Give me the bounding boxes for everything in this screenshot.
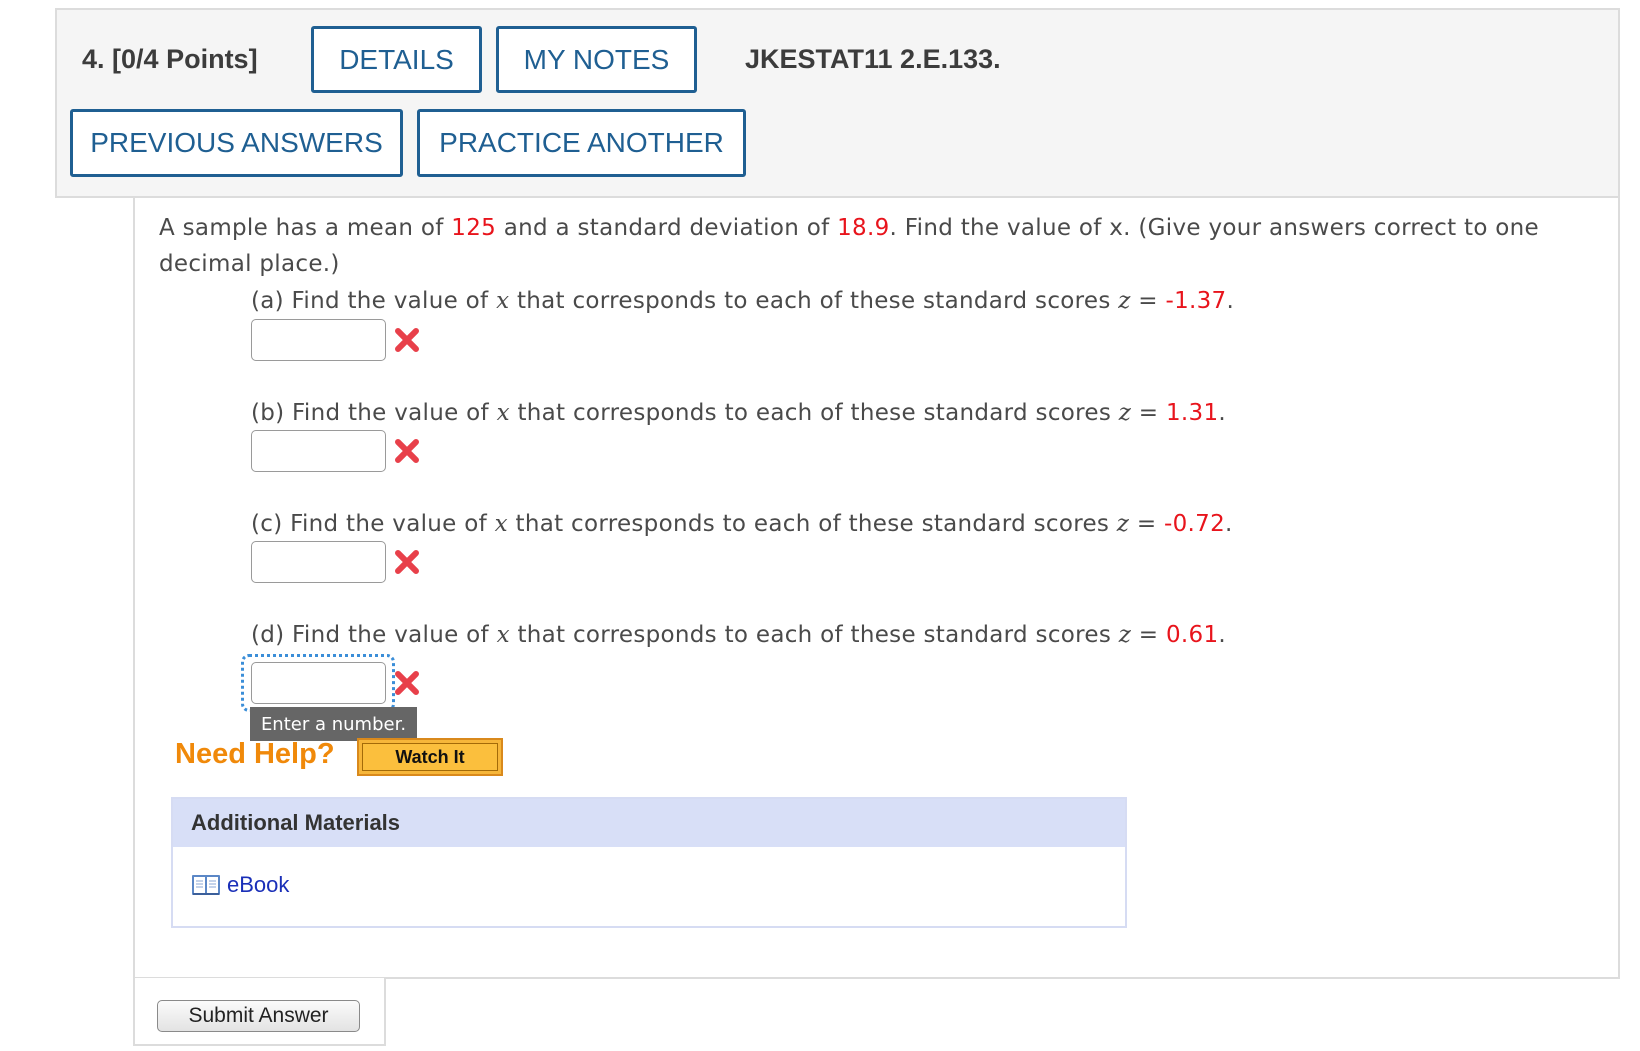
var-x: x	[496, 400, 510, 426]
my-notes-button[interactable]: MY NOTES	[496, 26, 697, 93]
part-c-prompt: (c) Find the value of x that corresponds…	[251, 511, 1233, 537]
part-label: (a) Find the value of	[251, 288, 497, 314]
ebook-link[interactable]: eBook	[191, 872, 289, 898]
part-text: that corresponds to each of these standa…	[509, 288, 1119, 314]
var-z: z	[1118, 288, 1131, 314]
z-value: -1.37	[1165, 288, 1227, 314]
problem-code: JKESTAT11 2.E.133.	[745, 44, 1001, 74]
intro-prefix: A sample has a mean of	[159, 215, 452, 241]
z-value: -0.72	[1164, 511, 1226, 537]
period: .	[1225, 511, 1233, 537]
var-z: z	[1118, 400, 1132, 426]
equals: =	[1131, 400, 1166, 426]
period: .	[1226, 288, 1235, 314]
ebook-label: eBook	[227, 872, 290, 897]
incorrect-x-icon	[395, 439, 419, 463]
part-text: that corresponds to each of these standa…	[509, 400, 1119, 426]
practice-another-button[interactable]: PRACTICE ANOTHER	[417, 109, 746, 177]
part-b-answer-input[interactable]	[251, 430, 386, 472]
problem-statement: A sample has a mean of 125 and a standar…	[159, 210, 1579, 282]
period: .	[1218, 400, 1227, 426]
equals: =	[1130, 288, 1166, 314]
var-z: z	[1116, 511, 1130, 537]
part-a-answer-input[interactable]	[251, 319, 386, 361]
previous-answers-button[interactable]: PREVIOUS ANSWERS	[70, 109, 403, 177]
need-help-label: Need Help?	[175, 738, 335, 770]
part-c-answer-input[interactable]	[251, 541, 386, 583]
incorrect-x-icon	[395, 671, 419, 695]
part-d-answer-input[interactable]	[251, 662, 386, 704]
input-tooltip: Enter a number.	[250, 707, 417, 741]
var-x: x	[494, 511, 508, 537]
book-icon	[192, 875, 220, 895]
z-value: 1.31	[1165, 400, 1219, 426]
std-dev-value: 18.9	[837, 215, 890, 241]
watch-it-label: Watch It	[362, 743, 498, 771]
part-d-prompt: (d) Find the value of x that corresponds…	[251, 622, 1226, 648]
question-number: 4.	[82, 44, 105, 74]
incorrect-x-icon	[395, 550, 419, 574]
part-a-prompt: (a) Find the value of x that corresponds…	[251, 288, 1234, 314]
question-points: [0/4 Points]	[112, 44, 258, 74]
question-title: 4. [0/4 Points]	[82, 44, 258, 75]
question-page: 4. [0/4 Points] DETAILS MY NOTES JKESTAT…	[0, 0, 1640, 1051]
watch-it-button[interactable]: Watch It	[357, 738, 503, 776]
part-text: that corresponds to each of these standa…	[509, 622, 1119, 648]
part-text: that corresponds to each of these standa…	[507, 511, 1117, 537]
period: .	[1218, 622, 1227, 648]
part-label: (b) Find the value of	[251, 400, 497, 426]
part-b-prompt: (b) Find the value of x that corresponds…	[251, 400, 1226, 426]
mean-value: 125	[451, 215, 497, 241]
var-x: x	[496, 288, 510, 314]
additional-materials-panel: Additional Materials eBook	[171, 797, 1127, 928]
intro-middle: and a standard deviation of	[496, 215, 838, 241]
part-label: (c) Find the value of	[251, 511, 495, 537]
equals: =	[1131, 622, 1166, 648]
equals: =	[1129, 511, 1165, 537]
submit-answer-button[interactable]: Submit Answer	[157, 1000, 360, 1032]
z-value: 0.61	[1165, 622, 1219, 648]
var-z: z	[1118, 622, 1132, 648]
var-x: x	[496, 622, 510, 648]
part-label: (d) Find the value of	[251, 622, 497, 648]
incorrect-x-icon	[395, 328, 419, 352]
details-button[interactable]: DETAILS	[311, 26, 482, 93]
additional-materials-heading: Additional Materials	[173, 799, 1125, 847]
